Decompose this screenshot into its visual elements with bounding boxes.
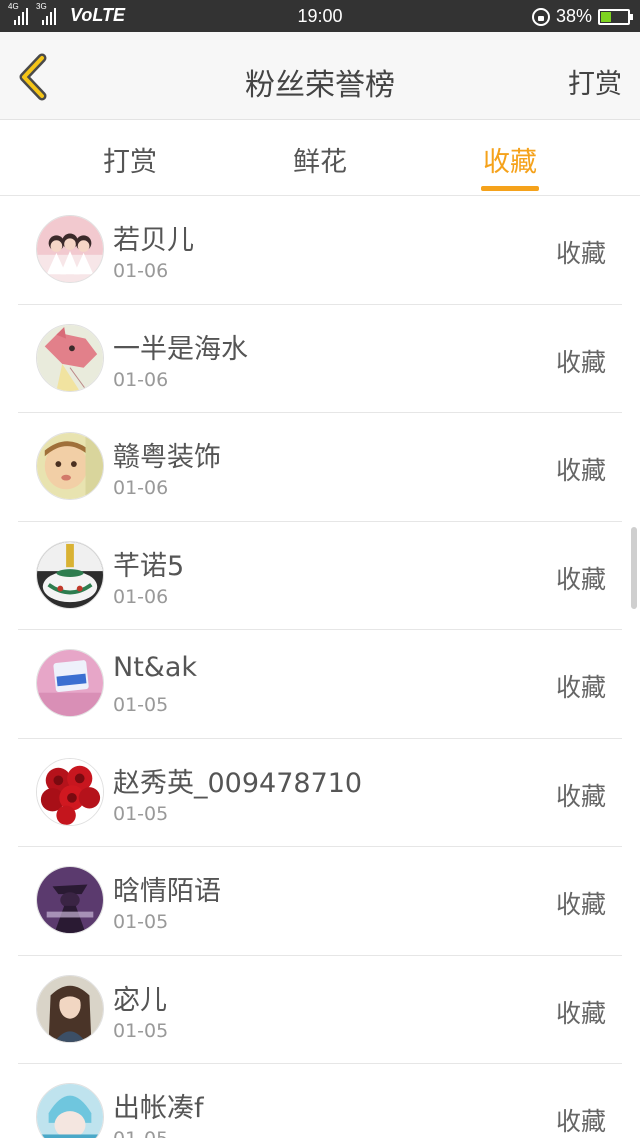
- tab-tip[interactable]: 打赏: [70, 140, 190, 179]
- fan-date: 01-06: [113, 368, 169, 391]
- scrollbar[interactable]: [631, 527, 637, 609]
- list-item[interactable]: 出帐凑f 01-05 收藏: [18, 1064, 622, 1138]
- list-item[interactable]: 一半是海水 01-06 收藏: [18, 305, 622, 413]
- pink-badge-icon: [37, 650, 103, 716]
- active-tab-indicator: [481, 186, 539, 191]
- children-photo-icon: [37, 216, 103, 282]
- porcelain-vase-icon: [37, 541, 103, 608]
- page-title: 粉丝荣誉榜: [245, 68, 395, 103]
- avatar[interactable]: [36, 215, 104, 283]
- pink-fox-illustration-icon: [37, 324, 103, 391]
- fan-name: 若贝儿: [113, 225, 194, 256]
- fan-date: 01-05: [113, 802, 169, 825]
- fan-name: 芊诺5: [113, 550, 185, 582]
- list-item[interactable]: Nt&ak 01-05 收藏: [18, 630, 622, 739]
- fan-name: 一半是海水: [113, 333, 248, 365]
- tab-bar: 打赏 鲜花 收藏: [0, 120, 640, 196]
- fan-date: 01-05: [113, 911, 169, 933]
- action-type: 收藏: [555, 781, 606, 811]
- avatar[interactable]: [36, 974, 104, 1043]
- list-item[interactable]: 赣粤装饰 01-06 收藏: [18, 413, 622, 522]
- tab-flowers[interactable]: 鲜花: [260, 140, 380, 179]
- rotation-lock-icon: [531, 7, 550, 26]
- action-type: 收藏: [555, 890, 606, 919]
- status-bar: 4G 3G VoLTE 19:00 38% ⚡: [0, 0, 640, 32]
- app-header: 粉丝荣誉榜 打赏: [0, 32, 640, 120]
- woman-portrait-icon: [37, 975, 103, 1042]
- list-item[interactable]: 晗情陌语 01-05 收藏: [18, 847, 622, 956]
- fan-name: Nt&ak: [113, 652, 198, 683]
- fan-date: 01-05: [113, 1019, 169, 1042]
- action-type: 收藏: [555, 564, 606, 594]
- fan-name: 出帐凑f: [113, 1093, 204, 1124]
- fan-date: 01-05: [113, 1128, 168, 1138]
- tab-favorites[interactable]: 收藏: [450, 140, 570, 179]
- fan-name: 宓儿: [113, 984, 167, 1016]
- tip-button[interactable]: 打赏: [568, 62, 622, 101]
- avatar[interactable]: [36, 432, 104, 500]
- status-right: 38% ⚡: [531, 6, 633, 27]
- battery-icon: ⚡: [598, 8, 633, 25]
- list-item[interactable]: 宓儿 01-05 收藏: [18, 956, 622, 1064]
- action-type: 收藏: [555, 1107, 606, 1136]
- fan-list: 若贝儿 01-06 收藏 一半是海水 01-06 收藏 赣粤装饰 01-06 收…: [0, 196, 640, 1138]
- avatar[interactable]: [36, 866, 104, 934]
- fan-date: 01-05: [113, 694, 169, 716]
- avatar[interactable]: [36, 649, 104, 717]
- battery-percent: 38%: [555, 6, 592, 26]
- red-roses-icon: [37, 758, 103, 825]
- avatar[interactable]: [36, 540, 104, 609]
- action-type: 收藏: [555, 673, 606, 702]
- fan-date: 01-06: [113, 585, 169, 608]
- baby-photo-icon: [37, 433, 103, 499]
- list-item[interactable]: 芊诺5 01-06 收藏: [18, 522, 622, 630]
- list-item[interactable]: 若贝儿 01-06 收藏: [18, 196, 622, 305]
- purple-figure-icon: [37, 867, 103, 933]
- fan-date: 01-06: [113, 260, 169, 282]
- action-type: 收藏: [555, 998, 606, 1028]
- avatar[interactable]: [36, 757, 104, 826]
- avatar[interactable]: [36, 323, 104, 392]
- fan-name: 赣粤装饰: [113, 442, 221, 473]
- action-type: 收藏: [555, 347, 606, 377]
- action-type: 收藏: [555, 239, 606, 268]
- fan-name: 晗情陌语: [113, 876, 221, 907]
- blue-cartoon-icon: [37, 1084, 103, 1138]
- fan-date: 01-06: [113, 477, 169, 499]
- avatar[interactable]: [36, 1083, 104, 1138]
- fan-name: 赵秀英_009478710: [113, 767, 363, 799]
- action-type: 收藏: [555, 456, 606, 485]
- list-item[interactable]: 赵秀英_009478710 01-05 收藏: [18, 739, 622, 847]
